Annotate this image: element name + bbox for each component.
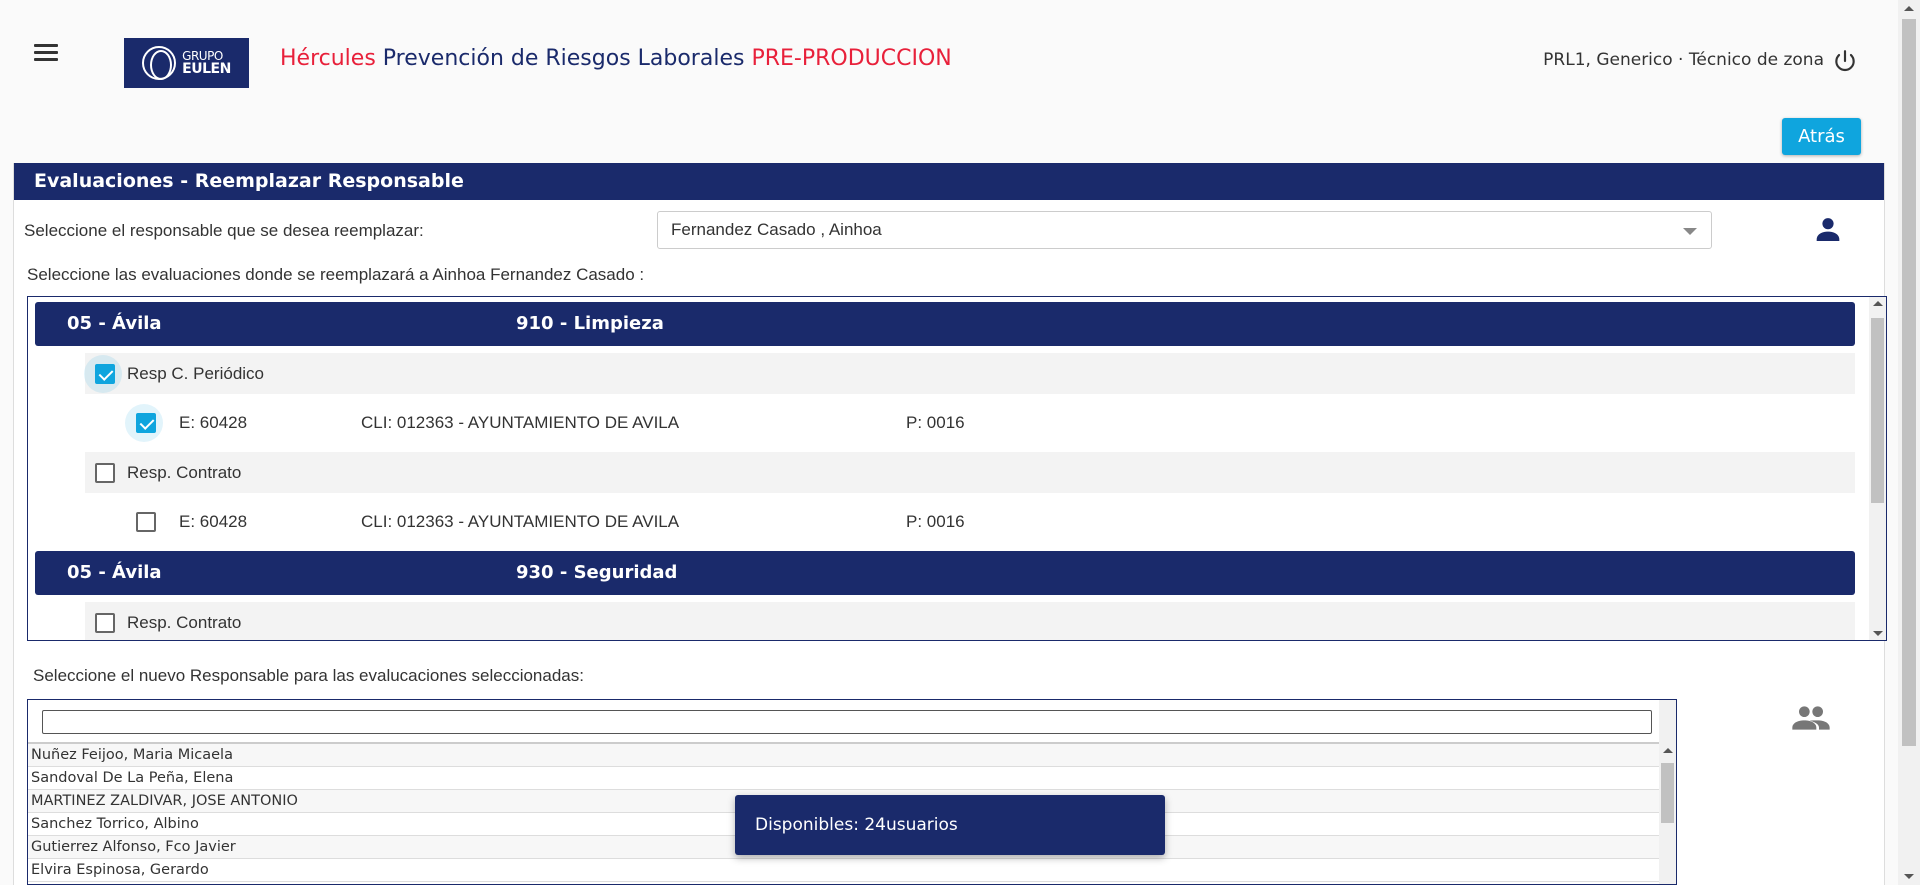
evaluation-client: CLI: 012363 - AYUNTAMIENTO DE AVILA (361, 512, 680, 531)
eval-label: Seleccione las evaluaciones donde se ree… (27, 265, 645, 284)
select-label: Seleccione el responsable que se desea r… (24, 221, 424, 240)
evaluation-p: P: 0016 (906, 512, 965, 531)
checkbox-evaluation[interactable] (136, 413, 156, 433)
person-icon[interactable] (1812, 213, 1844, 245)
checkbox-resp-contrato[interactable] (95, 463, 115, 483)
users-list-box: Nuñez Feijoo, Maria Micaela Sandoval De … (27, 699, 1677, 885)
group-center: 05 - Ávila (67, 562, 162, 583)
evaluation-row: E: 60428 CLI: 012363 - AYUNTAMIENTO DE A… (35, 500, 1855, 544)
panel-title: Evaluaciones - Reemplazar Responsable (14, 163, 1884, 200)
scroll-down-icon[interactable] (1904, 874, 1914, 879)
sub-header-label: Resp. Contrato (127, 613, 242, 632)
app-title-brand: Hércules (280, 46, 376, 71)
sub-header-label: Resp C. Periódico (127, 364, 265, 383)
sub-header-resp-periodico: Resp C. Periódico (84, 353, 1855, 394)
scroll-up-icon[interactable] (1873, 301, 1883, 306)
group-header: 05 - Ávila 930 - Seguridad (35, 551, 1855, 595)
main-panel: Evaluaciones - Reemplazar Responsable Se… (13, 163, 1887, 885)
group-service: 910 - Limpieza (516, 313, 664, 334)
scroll-up-icon[interactable] (1904, 6, 1914, 11)
scroll-up-icon[interactable] (1663, 748, 1673, 753)
checkbox-resp-contrato[interactable] (95, 613, 115, 633)
scroll-thumb[interactable] (1902, 19, 1916, 746)
power-icon[interactable] (1832, 48, 1858, 74)
menu-icon[interactable] (34, 44, 58, 62)
app-title-main: Prevención de Riesgos Laborales (382, 46, 745, 71)
user-list-item[interactable]: Sandoval De La Peña, Elena (28, 767, 1661, 790)
page-scrollbar[interactable] (1898, 0, 1920, 885)
group-service: 930 - Seguridad (516, 562, 678, 583)
checkbox-evaluation[interactable] (136, 512, 156, 532)
evaluation-id: E: 60428 (179, 413, 248, 432)
select-value: Fernandez Casado , Ainhoa (671, 220, 882, 239)
toast-notification: Disponibles: 24usuarios (735, 795, 1165, 855)
app-title: Hércules Prevención de Riesgos Laborales… (280, 46, 952, 71)
user-list-item[interactable]: Nuñez Feijoo, Maria Micaela (28, 744, 1661, 767)
logo: GRUPO EULEN (124, 38, 249, 88)
responsable-select[interactable]: Fernandez Casado , Ainhoa (657, 211, 1712, 249)
users-scrollbar[interactable] (1659, 744, 1676, 884)
logo-line2: EULEN (182, 61, 231, 77)
globe-icon (142, 46, 177, 80)
scroll-thumb[interactable] (1871, 318, 1884, 503)
user-filter-input[interactable] (42, 710, 1652, 734)
scroll-down-icon[interactable] (1873, 631, 1883, 636)
app-header: GRUPO EULEN Hércules Prevención de Riesg… (0, 0, 1898, 120)
group-icon[interactable] (1791, 701, 1831, 733)
sub-header-label: Resp. Contrato (127, 463, 242, 482)
dropdown-arrow-icon (1683, 228, 1697, 235)
evaluation-id: E: 60428 (179, 512, 248, 531)
sub-header-resp-contrato: Resp. Contrato (85, 452, 1855, 493)
evaluation-row: E: 60428 CLI: 012363 - AYUNTAMIENTO DE A… (35, 401, 1855, 445)
sub-header-resp-contrato: Resp. Contrato (85, 602, 1855, 640)
evaluation-client: CLI: 012363 - AYUNTAMIENTO DE AVILA (361, 413, 680, 432)
user-info: PRL1, Generico · Técnico de zona (1543, 50, 1824, 70)
back-button[interactable]: Atrás (1782, 118, 1861, 155)
app-title-env: PRE-PRODUCCION (751, 46, 952, 71)
new-responsable-label: Seleccione el nuevo Responsable para las… (33, 666, 584, 685)
checkbox-resp-periodico[interactable] (95, 364, 115, 384)
evaluations-list[interactable]: 05 - Ávila 910 - Limpieza Resp C. Periód… (27, 296, 1887, 641)
user-list-item[interactable]: Elvira Espinosa, Gerardo (28, 859, 1661, 882)
filter-row (28, 700, 1676, 744)
group-header: 05 - Ávila 910 - Limpieza (35, 302, 1855, 346)
group-center: 05 - Ávila (67, 313, 162, 334)
scroll-thumb[interactable] (1661, 763, 1674, 823)
evaluations-content: 05 - Ávila 910 - Limpieza Resp C. Periód… (35, 302, 1855, 640)
evaluations-scrollbar[interactable] (1869, 297, 1886, 640)
evaluation-p: P: 0016 (906, 413, 965, 432)
